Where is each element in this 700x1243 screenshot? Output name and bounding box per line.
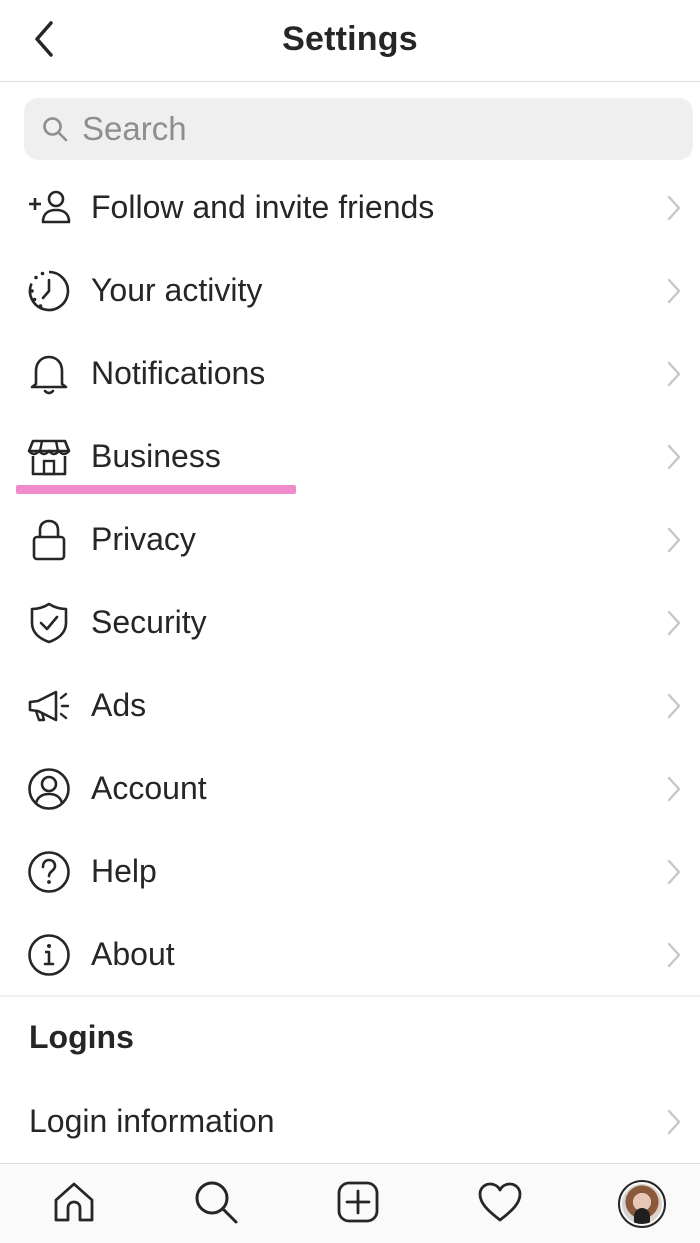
info-circle-icon bbox=[24, 930, 74, 980]
settings-screen: Settings Follow and invite friends Your … bbox=[0, 0, 700, 1243]
menu-item-about[interactable]: About bbox=[0, 913, 700, 996]
page-title: Settings bbox=[282, 20, 418, 58]
header: Settings bbox=[0, 0, 700, 82]
menu-item-label: Your activity bbox=[91, 272, 263, 308]
heart-icon bbox=[477, 1181, 523, 1228]
chevron-right-icon bbox=[664, 193, 684, 223]
chevron-right-icon bbox=[664, 276, 684, 306]
chevron-right-icon bbox=[664, 608, 684, 638]
tab-home[interactable] bbox=[48, 1178, 100, 1230]
help-circle-icon bbox=[24, 847, 74, 897]
account-circle-icon bbox=[24, 764, 74, 814]
bell-icon bbox=[24, 349, 74, 399]
section-divider bbox=[0, 995, 700, 997]
search-icon bbox=[40, 114, 70, 144]
profile-photo bbox=[622, 1184, 662, 1224]
menu-item-ads[interactable]: Ads bbox=[0, 664, 700, 747]
bottom-tab-bar bbox=[0, 1163, 700, 1243]
add-person-icon bbox=[24, 183, 74, 233]
menu-item-label: About bbox=[91, 936, 175, 972]
menu-item-login-information[interactable]: Login information bbox=[0, 1080, 700, 1163]
menu-item-label: Business bbox=[91, 438, 221, 474]
search-icon bbox=[193, 1179, 239, 1230]
menu-item-security[interactable]: Security bbox=[0, 581, 700, 664]
activity-clock-icon bbox=[24, 266, 74, 316]
lock-icon bbox=[24, 515, 74, 565]
menu-item-label: Privacy bbox=[91, 521, 196, 557]
menu-item-privacy[interactable]: Privacy bbox=[0, 498, 700, 581]
home-icon bbox=[52, 1180, 96, 1229]
plus-square-icon bbox=[336, 1180, 380, 1229]
megaphone-icon bbox=[24, 681, 74, 731]
menu-item-label: Account bbox=[91, 770, 207, 806]
chevron-right-icon bbox=[664, 940, 684, 970]
section-title-logins: Logins bbox=[29, 1019, 134, 1055]
storefront-icon bbox=[24, 432, 74, 482]
business-highlight-underline bbox=[16, 485, 296, 494]
menu-item-notifications[interactable]: Notifications bbox=[0, 332, 700, 415]
menu-item-follow-invite[interactable]: Follow and invite friends bbox=[0, 166, 700, 249]
settings-menu: Follow and invite friends Your activity … bbox=[0, 166, 700, 996]
menu-item-your-activity[interactable]: Your activity bbox=[0, 249, 700, 332]
chevron-right-icon bbox=[664, 857, 684, 887]
shield-check-icon bbox=[24, 598, 74, 648]
tab-activity[interactable] bbox=[474, 1178, 526, 1230]
search-input[interactable] bbox=[82, 110, 642, 148]
chevron-right-icon bbox=[664, 442, 684, 472]
chevron-right-icon bbox=[664, 359, 684, 389]
chevron-right-icon bbox=[664, 774, 684, 804]
tab-search[interactable] bbox=[190, 1178, 242, 1230]
menu-item-label: Notifications bbox=[91, 355, 266, 391]
menu-item-label: Help bbox=[91, 853, 157, 889]
avatar bbox=[618, 1180, 666, 1228]
chevron-right-icon bbox=[664, 525, 684, 555]
chevron-right-icon bbox=[664, 1107, 684, 1137]
menu-item-label: Login information bbox=[29, 1103, 275, 1139]
menu-item-label: Follow and invite friends bbox=[91, 189, 435, 225]
chevron-right-icon bbox=[664, 691, 684, 721]
menu-item-account[interactable]: Account bbox=[0, 747, 700, 830]
menu-item-help[interactable]: Help bbox=[0, 830, 700, 913]
menu-item-label: Ads bbox=[91, 687, 147, 723]
menu-item-label: Security bbox=[91, 604, 207, 640]
search-bar[interactable] bbox=[24, 98, 693, 160]
tab-new-post[interactable] bbox=[332, 1178, 384, 1230]
tab-profile[interactable] bbox=[616, 1178, 668, 1230]
